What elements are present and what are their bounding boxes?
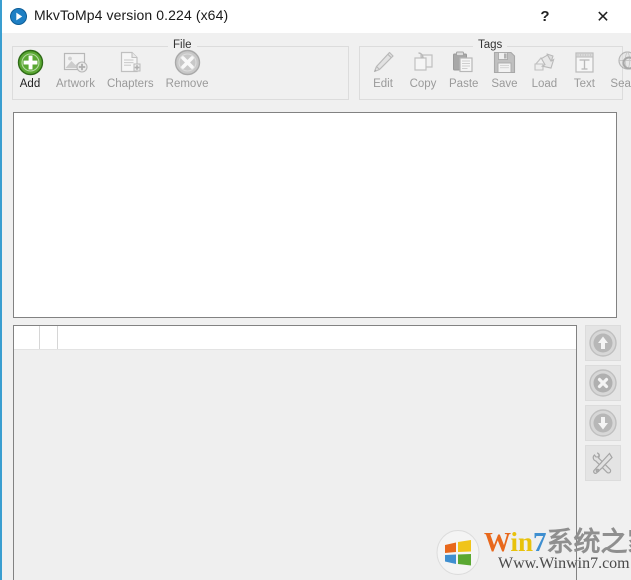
chapters-button-label: Chapters: [106, 78, 154, 90]
artwork-image-icon: [62, 49, 89, 76]
help-button[interactable]: ?: [523, 0, 567, 33]
arrow-up-circle-icon: [588, 328, 618, 358]
title-bar[interactable]: MkvToMp4 version 0.224 (x64) ? ✕: [2, 0, 631, 33]
paste-button-label: Paste: [449, 78, 479, 90]
play-circle-icon: [10, 8, 27, 25]
save-button[interactable]: Save: [484, 49, 524, 91]
delete-button[interactable]: [585, 365, 621, 401]
close-label: ✕: [596, 8, 610, 26]
toolbar-tags-buttons: Edit Copy Paste Save Load Text Sea: [363, 46, 631, 100]
load-button[interactable]: Load: [524, 49, 564, 91]
search-button[interactable]: Search: [604, 49, 631, 91]
save-button-label: Save: [491, 78, 518, 90]
column-header-0[interactable]: [14, 326, 40, 349]
chapters-button[interactable]: Chapters: [101, 49, 160, 91]
close-button[interactable]: ✕: [581, 0, 625, 33]
remove-button[interactable]: Remove: [160, 49, 215, 91]
search-icon: [615, 49, 631, 76]
load-button-label: Load: [531, 78, 558, 90]
load-arrow-icon: [531, 49, 558, 76]
edit-button[interactable]: Edit: [363, 49, 403, 91]
copy-button-label: Copy: [409, 78, 437, 90]
x-circle-icon: [588, 368, 618, 398]
add-button-label: Add: [19, 78, 41, 90]
side-button-bar: [585, 325, 621, 485]
edit-button-label: Edit: [373, 78, 393, 90]
text-button-label: Text: [573, 78, 595, 90]
tools-icon: [588, 448, 618, 478]
copy-icon: [410, 49, 437, 76]
add-circle-icon: [17, 49, 44, 76]
move-down-button[interactable]: [585, 405, 621, 441]
column-header-1[interactable]: [40, 326, 58, 349]
arrow-down-circle-icon: [588, 408, 618, 438]
artwork-button[interactable]: Artwork: [50, 49, 101, 91]
paste-button[interactable]: Paste: [443, 49, 484, 91]
move-up-button[interactable]: [585, 325, 621, 361]
remove-circle-icon: [174, 49, 201, 76]
remove-button-label: Remove: [165, 78, 209, 90]
artwork-button-label: Artwork: [56, 78, 95, 90]
window-title: MkvToMp4 version 0.224 (x64): [34, 7, 229, 23]
column-header-2[interactable]: [58, 326, 576, 349]
toolbar-file-buttons: Add Artwork Chapters Remove: [10, 46, 214, 100]
add-button[interactable]: Add: [10, 49, 50, 91]
track-grid-body[interactable]: [14, 350, 576, 580]
copy-button[interactable]: Copy: [403, 49, 443, 91]
text-button[interactable]: Text: [564, 49, 604, 91]
file-list[interactable]: [13, 112, 617, 318]
application-window: MkvToMp4 version 0.224 (x64) ? ✕ File Ad…: [0, 0, 631, 580]
settings-button[interactable]: [585, 445, 621, 481]
search-button-label: Search: [610, 78, 631, 90]
toolbar: File Add Artwork Chapters Remove Tags Ed…: [2, 33, 631, 106]
text-doc-icon: [571, 49, 598, 76]
chapters-doc-icon: [117, 49, 144, 76]
help-label: ?: [540, 8, 550, 25]
track-grid[interactable]: [13, 325, 577, 580]
paste-icon: [450, 49, 477, 76]
track-grid-header: [14, 326, 576, 350]
floppy-disk-icon: [491, 49, 518, 76]
pencil-icon: [370, 49, 397, 76]
